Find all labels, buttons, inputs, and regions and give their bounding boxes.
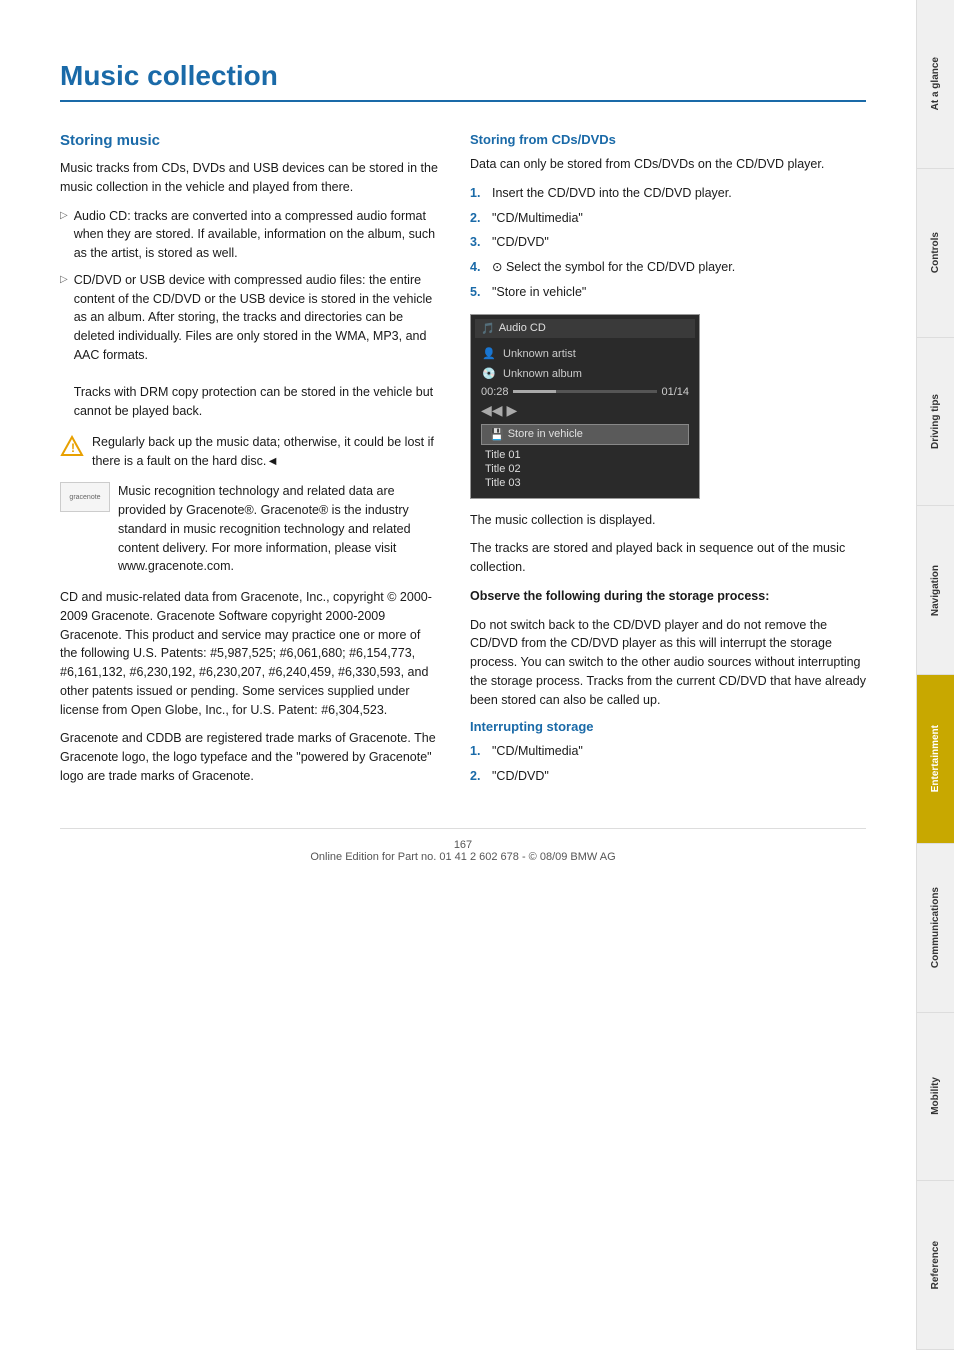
gracenote-box: gracenote Music recognition technology a… bbox=[60, 482, 440, 576]
sidebar-tab-label: Mobility bbox=[930, 1077, 941, 1115]
progress-bar-fill bbox=[513, 390, 556, 393]
warning-text: Regularly back up the music data; otherw… bbox=[92, 433, 440, 471]
play-button[interactable]: ▶ bbox=[507, 402, 518, 419]
storing-music-intro: Music tracks from CDs, DVDs and USB devi… bbox=[60, 159, 440, 197]
cd-title-3: Title 03 bbox=[481, 476, 689, 490]
cd-header: 🎵 Audio CD bbox=[475, 319, 695, 338]
gracenote-intro-text: Music recognition technology and related… bbox=[118, 482, 440, 576]
warning-box: ! Regularly back up the music data; othe… bbox=[60, 433, 440, 471]
cd-header-label: Audio CD bbox=[499, 322, 546, 334]
sidebar-tab-controls[interactable]: Controls bbox=[917, 169, 954, 338]
storing-steps-list: 1. Insert the CD/DVD into the CD/DVD pla… bbox=[470, 184, 866, 302]
warning-icon: ! bbox=[60, 435, 84, 459]
list-item: ▷ CD/DVD or USB device with compressed a… bbox=[60, 271, 440, 421]
album-icon: 💿 bbox=[481, 366, 497, 382]
sidebar-tab-label: Communications bbox=[930, 887, 941, 968]
step-number: 2. bbox=[470, 209, 486, 228]
list-item: 1. Insert the CD/DVD into the CD/DVD pla… bbox=[470, 184, 866, 203]
artist-icon: 👤 bbox=[481, 346, 497, 362]
step-text: "CD/DVD" bbox=[492, 233, 549, 252]
cd-controls: ◀◀ ▶ bbox=[481, 400, 689, 421]
step-number: 4. bbox=[470, 258, 486, 277]
step-number: 1. bbox=[470, 184, 486, 203]
svg-text:!: ! bbox=[71, 441, 75, 455]
footer-text: Online Edition for Part no. 01 41 2 602 … bbox=[310, 851, 615, 863]
two-column-layout: Storing music Music tracks from CDs, DVD… bbox=[60, 132, 866, 798]
storing-from-cds-heading: Storing from CDs/DVDs bbox=[470, 132, 866, 147]
bullet-item-text: Audio CD: tracks are converted into a co… bbox=[74, 207, 440, 263]
cd-title-1: Title 01 bbox=[481, 448, 689, 462]
cd-progress: 00:28 01/14 bbox=[481, 384, 689, 400]
footer: 167 Online Edition for Part no. 01 41 2 … bbox=[60, 828, 866, 863]
sidebar-tab-label: Navigation bbox=[930, 565, 941, 616]
sidebar-tab-at-a-glance[interactable]: At a glance bbox=[917, 0, 954, 169]
storing-from-cds-intro: Data can only be stored from CDs/DVDs on… bbox=[470, 155, 866, 174]
sidebar-tab-navigation[interactable]: Navigation bbox=[917, 506, 954, 675]
list-item: 4. ⊙ Select the symbol for the CD/DVD pl… bbox=[470, 258, 866, 277]
sidebar-tab-communications[interactable]: Communications bbox=[917, 844, 954, 1013]
sidebar-tab-driving-tips[interactable]: Driving tips bbox=[917, 338, 954, 507]
sidebar-tab-label: Driving tips bbox=[930, 394, 941, 449]
step-text: "CD/Multimedia" bbox=[492, 209, 583, 228]
progress-bar-bg bbox=[513, 390, 658, 393]
step-text: "Store in vehicle" bbox=[492, 283, 586, 302]
storing-music-heading: Storing music bbox=[60, 132, 440, 149]
cd-body: 👤 Unknown artist 💿 Unknown album 00:28 0… bbox=[475, 340, 695, 494]
observe-heading: Observe the following during the storage… bbox=[470, 589, 769, 603]
cd-time-current: 00:28 bbox=[481, 386, 509, 398]
main-content: Music collection Storing music Music tra… bbox=[0, 0, 916, 1350]
sidebar: At a glance Controls Driving tips Naviga… bbox=[916, 0, 954, 1350]
observe-detail: Do not switch back to the CD/DVD player … bbox=[470, 616, 866, 710]
bullet-list: ▷ Audio CD: tracks are converted into a … bbox=[60, 207, 440, 421]
sidebar-tab-label: At a glance bbox=[930, 57, 941, 110]
gracenote-logo: gracenote bbox=[60, 482, 110, 512]
step-text: "CD/Multimedia" bbox=[492, 742, 583, 761]
sidebar-tab-label: Reference bbox=[930, 1241, 941, 1289]
store-icon: 💾 bbox=[490, 428, 504, 441]
bullet-item-text: CD/DVD or USB device with compressed aud… bbox=[74, 271, 440, 421]
interrupting-storage-heading: Interrupting storage bbox=[470, 719, 866, 734]
sidebar-tab-reference[interactable]: Reference bbox=[917, 1181, 954, 1350]
bullet-triangle-icon: ▷ bbox=[60, 208, 68, 223]
step-text: ⊙ Select the symbol for the CD/DVD playe… bbox=[492, 258, 735, 277]
after-screenshot-text-1: The music collection is displayed. bbox=[470, 511, 866, 530]
step-number: 1. bbox=[470, 742, 486, 761]
store-label: Store in vehicle bbox=[508, 428, 583, 440]
cd-artist: Unknown artist bbox=[503, 348, 576, 360]
step-text: Insert the CD/DVD into the CD/DVD player… bbox=[492, 184, 732, 203]
interrupting-steps-list: 1. "CD/Multimedia" 2. "CD/DVD" bbox=[470, 742, 866, 786]
sidebar-tab-label: Entertainment bbox=[930, 725, 941, 792]
list-item: 2. "CD/Multimedia" bbox=[470, 209, 866, 228]
gracenote-trademark-text: Gracenote and CDDB are registered trade … bbox=[60, 729, 440, 785]
prev-button[interactable]: ◀◀ bbox=[481, 402, 503, 419]
cd-artist-row: 👤 Unknown artist bbox=[481, 344, 689, 364]
step-number: 5. bbox=[470, 283, 486, 302]
right-column: Storing from CDs/DVDs Data can only be s… bbox=[470, 132, 866, 798]
cd-album-row: 💿 Unknown album bbox=[481, 364, 689, 384]
sidebar-tab-label: Controls bbox=[930, 232, 941, 273]
cd-album: Unknown album bbox=[503, 368, 582, 380]
left-column: Storing music Music tracks from CDs, DVD… bbox=[60, 132, 440, 798]
step-text: "CD/DVD" bbox=[492, 767, 549, 786]
bullet-triangle-icon: ▷ bbox=[60, 272, 68, 287]
cd-time-total: 01/14 bbox=[661, 386, 689, 398]
list-item: 2. "CD/DVD" bbox=[470, 767, 866, 786]
list-item: 3. "CD/DVD" bbox=[470, 233, 866, 252]
step-number: 3. bbox=[470, 233, 486, 252]
step-number: 2. bbox=[470, 767, 486, 786]
list-item: 1. "CD/Multimedia" bbox=[470, 742, 866, 761]
page-number: 167 bbox=[454, 839, 472, 851]
store-button[interactable]: 💾 Store in vehicle bbox=[481, 424, 689, 445]
cd-screenshot: 🎵 Audio CD 👤 Unknown artist 💿 Unknown al… bbox=[470, 314, 700, 499]
list-item: ▷ Audio CD: tracks are converted into a … bbox=[60, 207, 440, 263]
after-screenshot-text-2: The tracks are stored and played back in… bbox=[470, 539, 866, 577]
cd-title-2: Title 02 bbox=[481, 462, 689, 476]
observe-text: Observe the following during the storage… bbox=[470, 587, 866, 606]
gracenote-legal-text: CD and music-related data from Gracenote… bbox=[60, 588, 440, 719]
cd-icon: 🎵 bbox=[481, 322, 495, 335]
page-title: Music collection bbox=[60, 60, 866, 102]
list-item: 5. "Store in vehicle" bbox=[470, 283, 866, 302]
sidebar-tab-mobility[interactable]: Mobility bbox=[917, 1013, 954, 1182]
sidebar-tab-entertainment[interactable]: Entertainment bbox=[917, 675, 954, 844]
